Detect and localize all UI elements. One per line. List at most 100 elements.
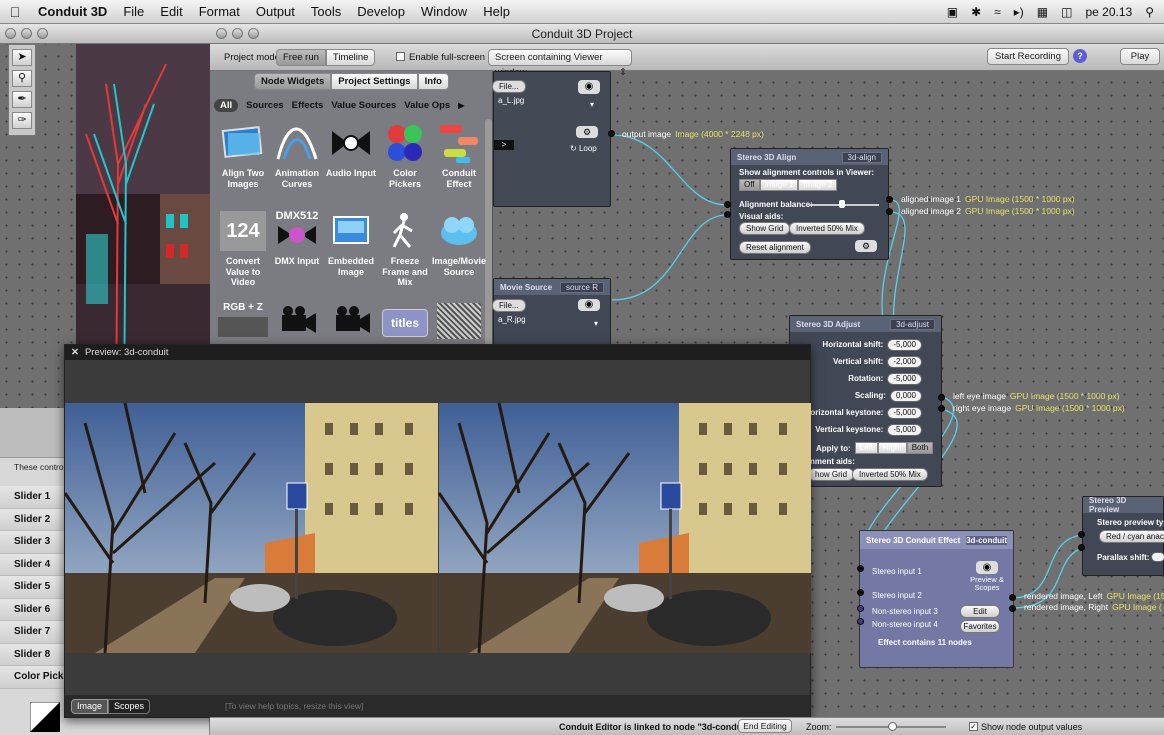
tab-node-widgets[interactable]: Node Widgets [254, 73, 332, 90]
tile-color-pickers[interactable]: Color Pickers [376, 123, 434, 189]
effect-edit-button[interactable]: Edit [960, 605, 1000, 618]
adjust-stepper[interactable]: -2,000 [887, 355, 922, 368]
category-more-icon[interactable]: ▸ [458, 98, 464, 112]
play-button[interactable]: Play [1120, 48, 1160, 65]
source-right-file-button[interactable]: File... [492, 299, 526, 312]
dropper-tool-icon[interactable]: ✒ [12, 91, 32, 108]
eye-icon[interactable]: ◉ [578, 299, 600, 311]
start-recording-button[interactable]: Start Recording [987, 48, 1069, 65]
align-opt-image1[interactable]: Image 1 [759, 179, 799, 191]
stereo-preview-node[interactable]: Stereo 3D Preview Stereo preview type: R… [1082, 496, 1164, 576]
tile-image-movie-source[interactable]: Image/Movie Source [430, 211, 488, 277]
category-value-sources[interactable]: Value Sources [331, 100, 396, 111]
input-port[interactable] [857, 618, 864, 625]
slider-knob[interactable] [839, 200, 845, 208]
eye-icon[interactable]: ◉ [976, 561, 998, 574]
output-port[interactable] [1009, 594, 1016, 601]
input-port[interactable] [724, 211, 731, 218]
source-right-node[interactable]: Movie Source source R File... ◉ a_R.jpg ▾ [492, 278, 611, 350]
category-all[interactable]: All [214, 98, 239, 112]
tab-project-settings[interactable]: Project Settings [331, 73, 418, 90]
stereo-adjust-node[interactable]: Stereo 3D Adjust 3d-adjust Horizontal shi… [789, 315, 942, 487]
tile-camera-b[interactable] [322, 303, 380, 348]
apply-both[interactable]: Both [906, 442, 934, 454]
apply-left[interactable]: Left [854, 442, 879, 454]
source-left-node[interactable]: File... a_L.jpg ◉ ▾ > ⚙ ↻ Loop [492, 71, 611, 207]
align-inverted-button[interactable]: Inverted 50% Mix [789, 222, 865, 235]
input-port[interactable] [857, 565, 864, 572]
category-value-ops[interactable]: Value Ops [404, 100, 450, 111]
source-left-file-button[interactable]: File... [492, 80, 526, 93]
output-port[interactable] [1009, 605, 1016, 612]
tool-palette: ➤ ⚲ ✒ ✑ [8, 44, 36, 136]
apply-right[interactable]: Right [878, 442, 907, 454]
output-port[interactable] [938, 405, 945, 412]
color-swatch[interactable] [30, 702, 60, 732]
conduit-effect-node[interactable]: Stereo 3D Conduit Effect 3d-conduit Stere… [859, 530, 1014, 668]
zoom-slider[interactable] [836, 722, 946, 731]
input-port[interactable] [724, 201, 731, 208]
end-editing-button[interactable]: End Editing [738, 719, 792, 733]
tile-dmx-input[interactable]: DMX512 DMX Input [268, 211, 326, 267]
tile-audio-input[interactable]: Audio Input [322, 123, 380, 179]
preview-type-select[interactable]: Red / cyan anac [1099, 530, 1164, 543]
adjust-stepper[interactable]: -5,000 [887, 338, 922, 351]
dropdown-icon[interactable]: ▾ [590, 100, 594, 109]
effect-favorites-button[interactable]: Favorites [960, 620, 1000, 633]
adjust-show-grid-button[interactable]: how Grid [808, 468, 855, 481]
tab-info[interactable]: Info [417, 73, 449, 90]
show-outputs-checkbox[interactable]: ✓ [969, 722, 978, 731]
fullscreen-screen-select[interactable]: Screen containing Viewer window⇕ [488, 49, 632, 78]
tile-animation-curves[interactable]: Animation Curves [268, 123, 326, 189]
stereo-align-node[interactable]: Stereo 3D Align 3d-align Show alignment c… [730, 148, 889, 260]
fullscreen-checkbox[interactable] [396, 52, 405, 61]
adjust-stepper[interactable]: 0,000 [889, 389, 922, 402]
adjust-stepper[interactable]: -5,000 [887, 406, 922, 419]
tile-embedded-image[interactable]: Embedded Image [322, 211, 380, 277]
effect-preview-label[interactable]: Preview & Scopes [964, 576, 1010, 592]
parallax-stepper[interactable] [1151, 552, 1164, 562]
input-port[interactable] [857, 605, 864, 612]
output-port[interactable] [886, 208, 893, 215]
eye-icon[interactable]: ◉ [578, 80, 600, 94]
align-reset-button[interactable]: Reset alignment [739, 241, 811, 254]
pin-tool-icon[interactable]: ⚲ [12, 70, 32, 87]
category-sources[interactable]: Sources [246, 100, 284, 111]
help-button[interactable]: ? [1073, 49, 1087, 63]
mode-timeline[interactable]: Timeline [325, 49, 376, 66]
tile-freeze-frame-and-mix[interactable]: Freeze Frame and Mix [376, 211, 434, 288]
tab-scopes[interactable]: Scopes [108, 699, 151, 714]
align-opt-off[interactable]: Off [739, 179, 760, 191]
category-effects[interactable]: Effects [292, 100, 324, 111]
gear-icon[interactable]: ⚙ [576, 126, 598, 138]
tile-noise[interactable] [430, 303, 488, 339]
align-opt-image2[interactable]: Image 2 [798, 179, 838, 191]
stereo-preview-image[interactable] [65, 403, 811, 653]
brush-tool-icon[interactable]: ✑ [12, 112, 32, 129]
adjust-stepper[interactable]: -5,000 [887, 423, 922, 436]
adjust-inverted-button[interactable]: Inverted 50% Mix [852, 468, 928, 481]
tab-image[interactable]: Image [71, 699, 109, 714]
tile-conduit-effect[interactable]: Conduit Effect [430, 123, 488, 189]
input-port[interactable] [857, 589, 864, 596]
tile-convert-value-to-video[interactable]: 124 Convert Value to Video [214, 211, 272, 288]
gear-icon[interactable]: ⚙ [855, 240, 877, 252]
dropdown-icon[interactable]: ▾ [594, 319, 598, 328]
input-port[interactable] [1078, 544, 1085, 551]
output-port[interactable] [608, 130, 615, 137]
zoom-slider-knob[interactable] [888, 722, 897, 731]
align-show-grid-button[interactable]: Show Grid [739, 222, 791, 235]
arrow-tool-icon[interactable]: ➤ [12, 49, 32, 66]
play-arrow-icon[interactable]: > [494, 140, 514, 150]
tile-camera-a[interactable] [268, 303, 326, 348]
input-port[interactable] [1078, 531, 1085, 538]
close-icon[interactable]: ✕ [71, 347, 79, 358]
adjust-stepper[interactable]: -5,000 [887, 372, 922, 385]
tile-rgb-z[interactable]: RGB + Z [214, 302, 272, 340]
align-balance-slider[interactable] [809, 200, 879, 208]
output-port[interactable] [886, 196, 893, 203]
tile-align-two-images[interactable]: Align Two Images [214, 123, 272, 189]
tile-titles[interactable]: titles [376, 303, 434, 337]
mode-free-run[interactable]: Free run [276, 49, 326, 66]
output-port[interactable] [938, 394, 945, 401]
